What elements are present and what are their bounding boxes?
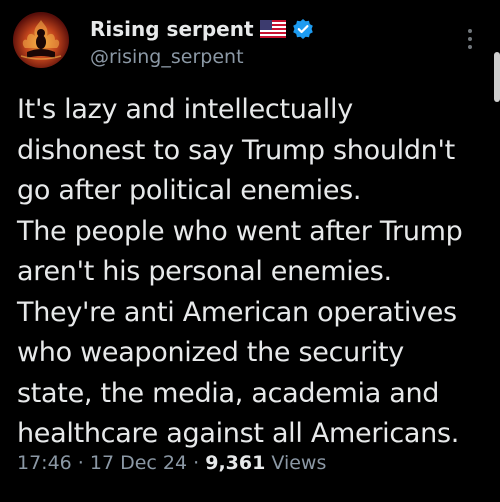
tweet-time[interactable]: 17:46 bbox=[17, 452, 72, 474]
author-name-row: Rising serpent bbox=[90, 12, 314, 46]
tweet-line: who weaponized the security bbox=[17, 337, 404, 368]
verified-badge-icon bbox=[292, 18, 314, 40]
tweet-line: healthcare against all Americans. bbox=[17, 418, 460, 449]
tweet-date[interactable]: 17 Dec 24 bbox=[90, 452, 187, 474]
tweet-line: It's lazy and intellectually bbox=[17, 94, 353, 125]
more-options-icon[interactable] bbox=[457, 24, 483, 54]
display-name[interactable]: Rising serpent bbox=[90, 17, 254, 41]
tweet-text: It's lazy and intellectually dishonest t… bbox=[17, 90, 495, 455]
serpent-flame-avatar-icon bbox=[20, 20, 62, 60]
views-count[interactable]: 9,361 bbox=[205, 452, 265, 474]
tweet-line: state, the media, academia and bbox=[17, 377, 440, 409]
tweet-line: They're anti American operatives bbox=[17, 296, 457, 328]
tweet-line: dishonest to say Trump shouldn't bbox=[17, 134, 455, 166]
meta-separator: · bbox=[187, 452, 206, 474]
author-handle[interactable]: @rising_serpent bbox=[90, 46, 244, 68]
tweet-line: The people who went after Trump bbox=[17, 215, 463, 247]
meta-separator: · bbox=[71, 452, 90, 474]
tweet-line: aren't his personal enemies. bbox=[17, 256, 392, 287]
tweet-line: go after political enemies. bbox=[17, 175, 362, 206]
views-label: Views bbox=[271, 452, 327, 474]
tweet-meta: 17:46 · 17 Dec 24 · 9,361 Views bbox=[17, 452, 326, 474]
avatar[interactable] bbox=[13, 12, 69, 68]
us-flag-icon bbox=[259, 20, 286, 38]
